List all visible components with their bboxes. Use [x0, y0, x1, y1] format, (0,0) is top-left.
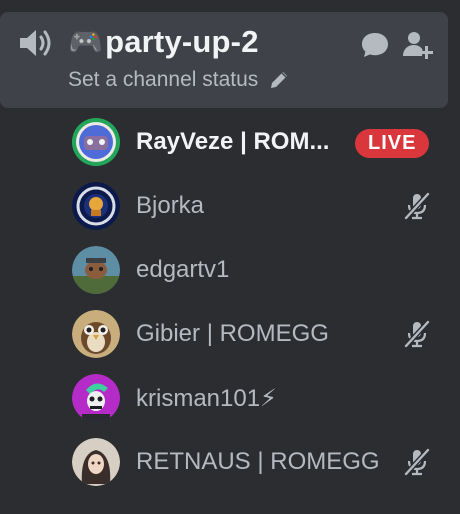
live-badge: LIVE: [355, 129, 430, 158]
avatar: [72, 374, 120, 422]
channel-name: party-up-2: [105, 24, 259, 59]
game-controller-emoji: 🎮: [68, 25, 104, 58]
member-name: Gibier | ROMEGG: [136, 320, 329, 347]
avatar: [72, 118, 120, 166]
avatar: [72, 438, 120, 486]
microphone-muted-icon: [404, 320, 430, 348]
member-name: krisman101⚡: [136, 384, 277, 412]
avatar: [72, 246, 120, 294]
channel-status-button[interactable]: Set a channel status: [68, 68, 290, 92]
voice-member-row[interactable]: edgartv1: [72, 244, 452, 296]
member-name: Bjorka: [136, 192, 205, 219]
voice-member-row[interactable]: RayVeze | ROM... LIVE: [72, 116, 452, 168]
voice-member-row[interactable]: krisman101⚡: [72, 372, 452, 424]
avatar: [72, 182, 120, 230]
voice-member-row[interactable]: RETNAUS | ROMEGG: [72, 436, 452, 488]
speaker-icon: [20, 30, 51, 56]
microphone-muted-icon: [404, 192, 430, 220]
voice-member-row[interactable]: Gibier | ROMEGG: [72, 308, 452, 360]
member-name: RayVeze | ROM...: [136, 128, 330, 155]
previous-channel-edge: [0, 0, 460, 10]
channel-title[interactable]: 🎮 party-up-2: [68, 24, 259, 60]
add-user-icon[interactable]: [402, 30, 434, 60]
microphone-muted-icon: [404, 448, 430, 476]
avatar: [72, 310, 120, 358]
channel-status-placeholder: Set a channel status: [68, 68, 259, 91]
voice-member-row[interactable]: Bjorka: [72, 180, 452, 232]
member-name: edgartv1: [136, 256, 230, 283]
member-name: RETNAUS | ROMEGG: [136, 448, 380, 475]
pencil-icon: [271, 72, 288, 88]
chat-bubble-icon[interactable]: [360, 30, 390, 60]
